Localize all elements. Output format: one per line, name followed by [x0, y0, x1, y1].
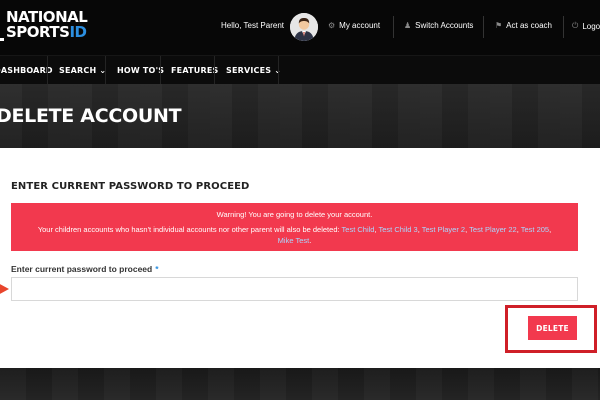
- warning-alert: Warning! You are going to delete your ac…: [11, 203, 578, 251]
- nav-item-search[interactable]: SEARCH ⌄: [59, 56, 106, 85]
- top-bar: NATIONAL SPORTSID Hello, Test Parent ⚙ M…: [0, 0, 600, 55]
- switch-accounts-label: Switch Accounts: [415, 21, 474, 30]
- nav-divider: [105, 56, 106, 85]
- child-link[interactable]: Test Child 3: [379, 225, 418, 234]
- logout-label: Logout: [582, 21, 600, 31]
- alert-warning-text: Warning! You are going to delete your ac…: [216, 210, 373, 219]
- child-link[interactable]: Test Child: [342, 225, 375, 234]
- form-heading: ENTER CURRENT PASSWORD TO PROCEED: [11, 181, 250, 192]
- child-link[interactable]: Test 205: [521, 225, 549, 234]
- footer-band: [0, 368, 600, 400]
- coach-icon: ⚑: [495, 21, 503, 30]
- header-divider: [563, 16, 564, 38]
- users-icon: ♟: [404, 21, 412, 30]
- arrow-pointer-icon: [0, 283, 9, 295]
- child-link[interactable]: Test Player 2: [422, 225, 465, 234]
- delete-button[interactable]: DELETE: [528, 316, 577, 340]
- avatar[interactable]: [290, 13, 318, 41]
- act-as-coach-label: Act as coach: [506, 21, 552, 30]
- nav-divider: [160, 56, 161, 85]
- switch-accounts-link[interactable]: ♟ Switch Accounts: [404, 21, 473, 30]
- logout-link[interactable]: ⏻ Logout: [572, 21, 600, 31]
- user-avatar-icon: [290, 13, 318, 41]
- nav-divider: [214, 56, 215, 85]
- header-divider: [483, 16, 484, 38]
- gear-icon: ⚙: [328, 21, 336, 30]
- child-link[interactable]: Mike Test: [278, 236, 310, 245]
- my-account-link[interactable]: ⚙ My account: [328, 21, 380, 30]
- nav-item-dashboard[interactable]: DASHBOARD: [0, 56, 53, 85]
- logo-mark-icon: [0, 11, 4, 41]
- my-account-label: My account: [339, 21, 381, 30]
- nav-item-services[interactable]: SERVICES ⌄: [226, 56, 281, 85]
- header-divider: [393, 16, 394, 38]
- alert-children-text: Your children accounts who hasn't indivi…: [37, 225, 552, 245]
- required-marker: *: [155, 264, 159, 274]
- nav-item-how-tos[interactable]: HOW TO'S: [117, 56, 164, 85]
- page-title: DELETE ACCOUNT: [0, 105, 182, 127]
- act-as-coach-link[interactable]: ⚑ Act as coach: [495, 21, 552, 30]
- user-greeting: Hello, Test Parent: [221, 21, 284, 30]
- child-link[interactable]: Test Player 22: [469, 225, 517, 234]
- logo-text-line2: SPORTSID: [6, 23, 87, 41]
- nav-divider: [278, 56, 279, 85]
- logout-icon: ⏻: [572, 21, 579, 30]
- main-nav: DASHBOARD SEARCH ⌄ HOW TO'S FEATURES SER…: [0, 55, 600, 85]
- password-field-label: Enter current password to proceed *: [11, 264, 159, 274]
- current-password-field[interactable]: [11, 277, 578, 301]
- nav-divider: [47, 56, 48, 85]
- nav-item-features[interactable]: FEATURES: [171, 56, 218, 85]
